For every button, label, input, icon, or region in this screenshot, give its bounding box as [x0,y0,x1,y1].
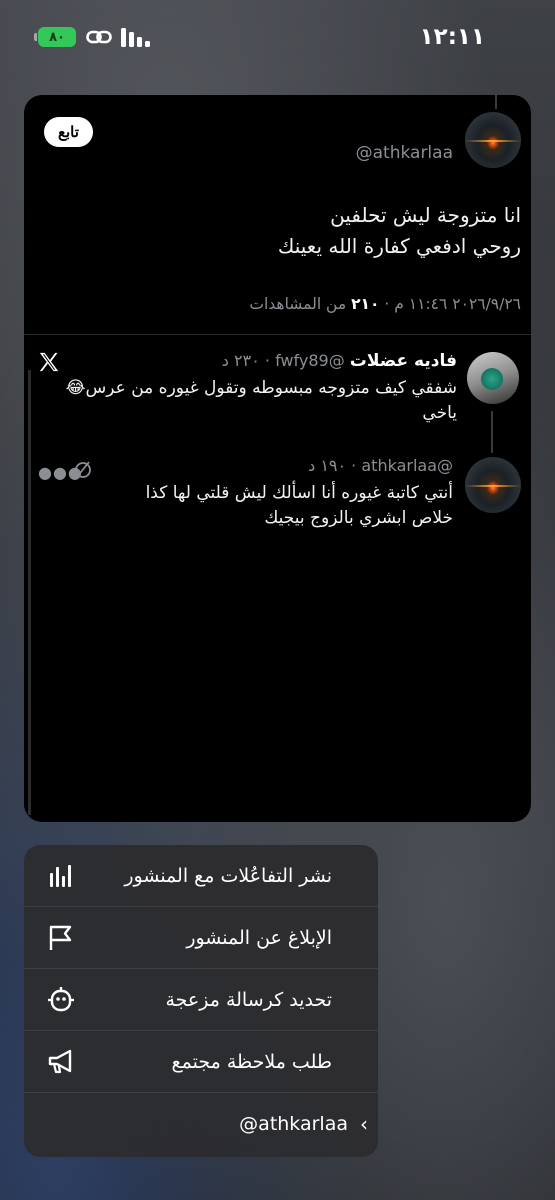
bar-chart-icon [50,864,71,887]
tweet-meta: ٢٠٢٦/٩/٢٦ ١١:٤٦ م · ٢١٠ من المشاهدات [249,295,521,313]
tweet-text: انا متزوجة ليش تحلفين روحي ادفعي كفارة ا… [51,200,521,262]
x-logo-icon [39,352,59,372]
reply-avatar[interactable] [465,457,521,513]
reply-text: شفقي كيف متزوجه مبسوطه وتقول غيوره من عر… [65,378,457,423]
battery-level: ٨٠ [49,29,65,45]
menu-footer-account[interactable]: ‹ @athkarlaa [24,1095,378,1157]
tweet-text-line: روحي ادفعي كفارة الله يعينك [277,234,521,258]
reply-author-handle[interactable]: @athkarlaa · ١٩٠ د [308,456,453,475]
tweet-date: ٢٠٢٦/٩/٢٦ ١١:٤٦ م · [379,295,521,313]
context-menu: نشر التفاعُلات مع المنشور الإبلاغ عن الم… [24,845,378,1157]
menu-item-share-engagement[interactable]: نشر التفاعُلات مع المنشور [24,845,378,907]
scroll-indicator [28,370,31,815]
reply-author-handle[interactable]: @fwfy89 · ٢٣٠ د [222,351,345,370]
menu-item-request-community-note[interactable]: طلب ملاحظة مجتمع [24,1031,378,1093]
battery-indicator: ٨٠ [34,27,76,47]
menu-item-mark-spam[interactable]: تحديد كرسالة مزعجة [24,969,378,1031]
reply-author-name[interactable]: فاديه عضلات [350,351,457,371]
author-handle[interactable]: @athkarlaa [356,143,453,163]
tweet-text-line: انا متزوجة ليش تحلفين [330,203,521,227]
chevron-left-icon: ‹ [360,1112,368,1136]
thread-line [491,411,493,453]
reply-text: أنتي كاتبة غيوره أنا اسألك ليش قلتي لها … [53,481,453,531]
views-label: من المشاهدات [249,295,352,313]
reply-text-line: خلاص ابشري بالزوج بيجيك [264,508,453,528]
thread-line [495,95,497,109]
tweet-card[interactable]: تابع @athkarlaa انا متزوجة ليش تحلفين رو… [24,95,531,822]
more-options-icon[interactable]: ●●● [38,463,83,482]
follow-button[interactable]: تابع [44,117,93,147]
status-bar: ٨٠ ١٢:١١ [0,0,555,75]
reply-header: فاديه عضلات @fwfy89 · ٢٣٠ د [222,351,457,371]
menu-item-label: طلب ملاحظة مجتمع [171,1050,332,1073]
menu-item-label: الإبلاغ عن المنشور [186,926,332,949]
reply-text-line: أنتي كاتبة غيوره أنا اسألك ليش قلتي لها … [145,483,453,503]
signal-icon [121,28,150,47]
author-avatar[interactable] [465,112,521,168]
menu-item-label: نشر التفاعُلات مع المنشور [124,864,332,887]
megaphone-icon [48,1049,72,1073]
flag-icon [49,925,72,950]
menu-item-report-post[interactable]: الإبلاغ عن المنشور [24,907,378,969]
status-time: ١٢:١١ [419,24,485,50]
menu-item-label: تحديد كرسالة مزعجة [165,988,332,1011]
robot-icon [48,986,74,1011]
views-count: ٢١٠ [351,295,380,313]
divider [24,334,531,335]
reply-avatar[interactable] [467,352,519,404]
account-handle: @athkarlaa [239,1113,348,1135]
link-icon [86,30,112,44]
